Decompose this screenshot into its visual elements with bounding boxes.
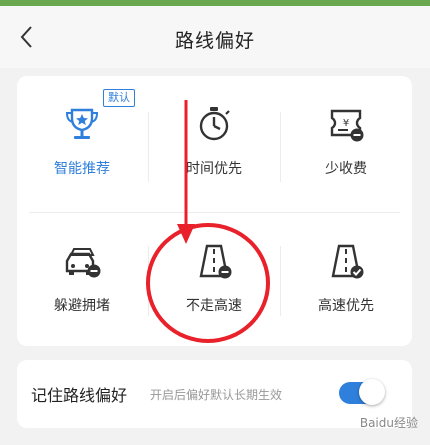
page-title: 路线偏好 bbox=[174, 30, 255, 52]
option-label: 不走高速 bbox=[186, 298, 242, 314]
option-smart-recommend[interactable]: 默认 智能推荐 bbox=[17, 76, 147, 206]
option-label: 少收费 bbox=[325, 161, 367, 177]
header-bar: 路线偏好 bbox=[0, 6, 430, 68]
option-time-first[interactable]: 时间优先 bbox=[149, 76, 279, 206]
watermark: Baidu经验 bbox=[359, 416, 418, 430]
option-avoid-highway[interactable]: 不走高速 bbox=[149, 213, 279, 343]
option-highway-first[interactable]: 高速优先 bbox=[281, 213, 411, 343]
divider bbox=[280, 112, 281, 182]
option-label: 时间优先 bbox=[186, 161, 242, 177]
divider bbox=[148, 246, 149, 316]
highway-minus-icon bbox=[199, 244, 232, 279]
option-avoid-congestion[interactable]: 躲避拥堵 bbox=[17, 213, 147, 343]
toll-ticket-icon: ¥ bbox=[330, 109, 364, 142]
option-label: 智能推荐 bbox=[54, 161, 110, 177]
option-label: 高速优先 bbox=[318, 298, 374, 314]
highway-check-icon bbox=[331, 244, 364, 279]
trophy-icon bbox=[65, 108, 99, 139]
stopwatch-icon bbox=[199, 107, 230, 141]
option-less-toll[interactable]: ¥ 少收费 bbox=[281, 76, 411, 206]
remember-preference-card: 记住路线偏好 开启后偏好默认长期生效 bbox=[17, 360, 412, 428]
route-preference-card: 默认 智能推荐 时间优先 ¥ 少收费 躲避拥堵 不走高速 高速优先 bbox=[17, 76, 412, 346]
divider bbox=[280, 246, 281, 316]
cars-icon bbox=[65, 248, 101, 278]
remember-hint: 开启后偏好默认长期生效 bbox=[150, 388, 283, 402]
remember-toggle[interactable] bbox=[339, 379, 385, 405]
remember-label: 记住路线偏好 bbox=[31, 386, 128, 405]
svg-text:¥: ¥ bbox=[343, 118, 349, 129]
divider bbox=[148, 112, 149, 182]
divider bbox=[29, 212, 400, 213]
default-badge: 默认 bbox=[103, 89, 135, 107]
toggle-knob bbox=[359, 379, 385, 405]
option-label: 躲避拥堵 bbox=[54, 298, 110, 314]
